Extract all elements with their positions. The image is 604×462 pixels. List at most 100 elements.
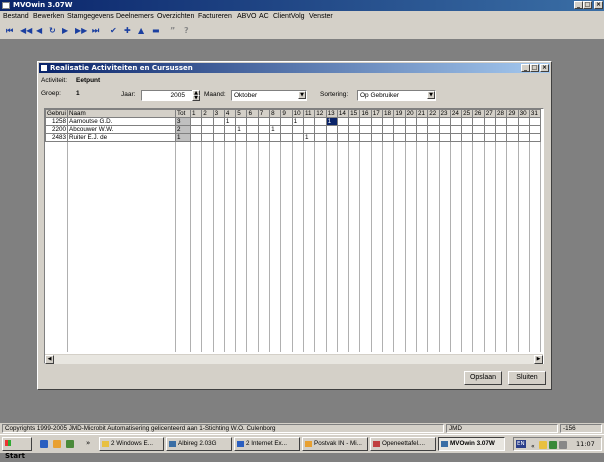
day-cell[interactable] [325,133,338,142]
column-header-day-18[interactable]: 18 [382,109,395,118]
day-cell[interactable] [506,125,519,134]
column-header-day-25[interactable]: 25 [461,109,474,118]
day-cell[interactable]: 1 [235,125,248,134]
desktop-quicklaunch-icon[interactable] [66,440,74,448]
day-cell[interactable] [257,133,271,142]
menu-overzichten[interactable]: Overzichten [157,13,194,20]
day-cell[interactable] [348,117,361,126]
column-header-day-17[interactable]: 17 [370,109,384,118]
day-cell[interactable] [201,125,214,134]
column-header-day-28[interactable]: 28 [495,109,508,118]
menu-ac[interactable]: AC [259,13,269,20]
column-header-day-20[interactable]: 20 [404,109,417,118]
first-record-icon[interactable]: ⏮ [6,26,13,36]
column-header-day-26[interactable]: 26 [472,109,485,118]
language-indicator[interactable]: EN [516,440,526,448]
day-cell[interactable] [314,125,327,134]
day-cell[interactable] [393,125,406,134]
day-cell[interactable] [404,125,417,134]
menu-clientvolg[interactable]: ClientVolg [273,13,305,20]
day-cell[interactable] [325,125,338,134]
day-cell[interactable] [359,133,372,142]
next-page-icon[interactable]: ▶▶ [75,26,87,36]
column-header-day-16[interactable]: 16 [359,109,372,118]
day-cell[interactable] [438,125,451,134]
day-cell[interactable]: 1 [302,133,316,142]
day-cell[interactable] [336,117,350,126]
day-cell[interactable] [472,133,485,142]
column-header-naam[interactable]: Naam [67,109,176,118]
day-cell[interactable] [257,125,271,134]
close-button[interactable]: × [594,1,603,9]
column-header-day-5[interactable]: 5 [235,109,248,118]
day-cell[interactable] [404,133,417,142]
day-cell[interactable] [280,117,293,126]
menu-bewerken[interactable]: Bewerken [33,13,64,20]
column-header-day-10[interactable]: 10 [291,109,304,118]
day-cell[interactable] [472,117,485,126]
column-header-day-23[interactable]: 23 [438,109,451,118]
day-cell[interactable] [449,133,463,142]
column-header-day-30[interactable]: 30 [517,109,530,118]
day-cell[interactable] [461,133,474,142]
naam-cell[interactable]: Aarnoutse G.D. [67,117,176,126]
tray-volume-icon[interactable] [559,441,567,449]
day-cell[interactable] [382,117,395,126]
help-icon[interactable]: ? [184,26,189,36]
column-header-day-27[interactable]: 27 [483,109,497,118]
jaar-input[interactable]: 2005 [141,90,193,101]
day-cell[interactable] [370,133,384,142]
day-cell[interactable] [189,133,203,142]
task-windows-explorer[interactable]: 2 Windows E... [99,437,164,451]
day-cell[interactable] [223,133,237,142]
day-cell[interactable] [189,125,203,134]
column-header-day-11[interactable]: 11 [302,109,316,118]
column-header-day-2[interactable]: 2 [201,109,214,118]
day-cell[interactable] [348,133,361,142]
scroll-right-icon[interactable]: ▶ [534,355,543,364]
day-cell[interactable] [461,117,474,126]
day-cell[interactable] [370,117,384,126]
day-cell[interactable] [269,117,282,126]
day-cell[interactable] [201,117,214,126]
outlook-quicklaunch-icon[interactable] [53,440,61,448]
naam-cell[interactable]: Abcouwer W.W. [67,125,176,134]
maand-select[interactable]: Oktober [231,90,307,101]
refresh-icon[interactable]: ↻ [49,26,56,36]
day-cell[interactable] [427,133,440,142]
day-cell[interactable] [528,117,542,126]
column-header-day-9[interactable]: 9 [280,109,293,118]
delete-icon[interactable]: ▬ [152,26,160,36]
column-header-day-13[interactable]: 13 [325,109,338,118]
start-button[interactable]: Start [2,437,32,460]
day-cell[interactable] [291,133,304,142]
day-cell[interactable] [438,133,451,142]
sluiten-button[interactable]: Sluiten [508,371,546,385]
day-cell[interactable] [280,125,293,134]
column-header-day-21[interactable]: 21 [415,109,429,118]
column-header-day-12[interactable]: 12 [314,109,327,118]
confirm-icon[interactable]: ✔ [110,26,117,36]
day-cell[interactable] [449,125,463,134]
task-albireg[interactable]: Albireg 2.03G [166,437,232,451]
day-cell[interactable] [427,125,440,134]
naam-cell[interactable]: Ruiter E.J. de [67,133,176,142]
menu-bestand[interactable]: Bestand [3,13,29,20]
column-header-day-14[interactable]: 14 [336,109,350,118]
day-cell[interactable]: 1 [269,125,282,134]
day-cell[interactable] [314,133,327,142]
child-maximize-button[interactable]: □ [530,64,539,72]
day-cell[interactable] [235,117,248,126]
day-cell[interactable] [483,125,497,134]
day-cell[interactable] [461,125,474,134]
column-header-day-22[interactable]: 22 [427,109,440,118]
day-cell[interactable] [483,133,497,142]
day-cell[interactable] [506,117,519,126]
gebruiker-cell[interactable]: 2483 [45,133,68,142]
opslaan-button[interactable]: Opslaan [464,371,502,385]
column-header-day-6[interactable]: 6 [246,109,259,118]
jaar-spin-down[interactable]: ▼ [192,95,200,101]
column-header-day-29[interactable]: 29 [506,109,519,118]
day-cell[interactable] [415,133,429,142]
day-cell[interactable] [246,125,259,134]
